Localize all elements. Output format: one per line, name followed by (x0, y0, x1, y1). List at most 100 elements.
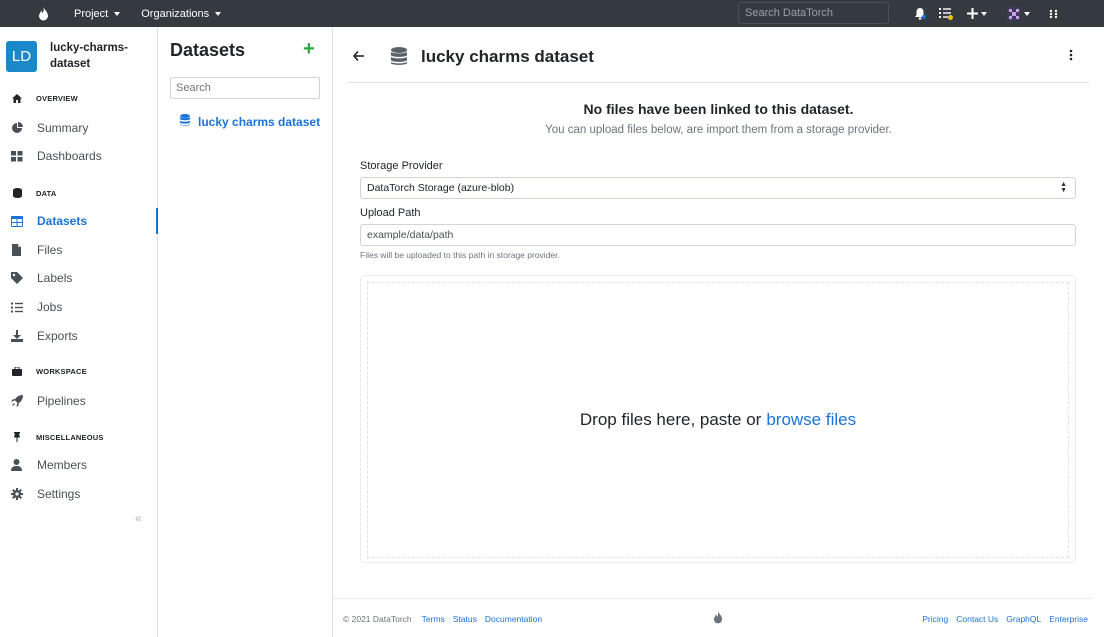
project-menu[interactable]: Project (74, 7, 121, 20)
pin-icon (11, 432, 23, 442)
footer-link-contact[interactable]: Contact Us (956, 614, 998, 624)
back-arrow-icon[interactable] (352, 49, 365, 64)
caret-down-icon (114, 11, 121, 16)
tasks-icon[interactable] (938, 5, 954, 22)
empty-state-title: No files have been linked to this datase… (583, 101, 854, 117)
sidebar-item-label: Summary (37, 121, 89, 135)
user-icon (10, 459, 23, 471)
header-divider (347, 82, 1089, 83)
footer-link-status[interactable]: Status (453, 614, 477, 624)
sidebar-item-members[interactable]: Members (0, 452, 158, 478)
sidebar-item-settings[interactable]: Settings (0, 481, 158, 507)
sidebar-item-datasets[interactable]: Datasets (0, 208, 158, 234)
apps-grid-icon[interactable] (1047, 5, 1059, 22)
dropzone-area[interactable]: Drop files here, paste or browse files (367, 282, 1069, 558)
organizations-menu[interactable]: Organizations (141, 7, 222, 20)
sidebar-item-jobs[interactable]: Jobs (0, 294, 158, 320)
download-icon (10, 330, 23, 342)
copyright: © 2021 DataTorch (343, 614, 412, 624)
datasets-panel: Datasets + lucky charms dataset (158, 27, 333, 637)
sidebar-item-exports[interactable]: Exports (0, 323, 158, 349)
dataset-list-item[interactable]: lucky charms dataset (180, 114, 320, 129)
database-icon (391, 47, 407, 69)
footer-link-enterprise[interactable]: Enterprise (1049, 614, 1088, 624)
select-arrows-icon: ▲ ▼ (1060, 181, 1067, 194)
create-new-menu[interactable] (966, 5, 988, 22)
footer-link-pricing[interactable]: Pricing (922, 614, 948, 624)
caret-down-icon (981, 11, 987, 16)
storage-provider-value: DataTorch Storage (azure-blob) (367, 182, 515, 194)
datatorch-flame-icon (713, 611, 723, 627)
organizations-menu-label: Organizations (141, 7, 210, 20)
footer-link-documentation[interactable]: Documentation (485, 614, 542, 624)
footer-divider (333, 598, 1092, 599)
section-miscellaneous: MISCELLANEOUS (11, 432, 104, 442)
home-icon (11, 94, 23, 103)
project-menu-label: Project (74, 7, 109, 20)
sidebar-item-label: Members (37, 458, 88, 472)
sidebar-item-label: Files (37, 243, 63, 257)
dataset-list-item-label: lucky charms dataset (198, 114, 321, 129)
database-icon (11, 188, 23, 198)
project-avatar[interactable]: LD (6, 41, 37, 72)
top-navbar: Project Organizations (0, 0, 1104, 27)
sidebar-item-files[interactable]: Files (0, 237, 158, 263)
caret-down-icon (1023, 11, 1030, 16)
project-sidebar: LD lucky-charms-dataset OVERVIEW Summary… (0, 27, 158, 637)
footer-link-terms[interactable]: Terms (422, 614, 445, 624)
global-search-input[interactable] (738, 2, 889, 24)
storage-provider-label: Storage Provider (360, 160, 443, 172)
tag-icon (10, 272, 23, 284)
upload-path-label: Upload Path (360, 207, 421, 219)
footer-right-links: Pricing Contact Us GraphQL Enterprise (914, 614, 1088, 624)
sidebar-item-label: Datasets (37, 214, 88, 228)
datasets-search-input[interactable] (170, 77, 320, 99)
list-check-icon (10, 302, 23, 313)
dropzone-text: Drop files here, paste or (579, 410, 762, 429)
sidebar-item-label: Dashboards (37, 149, 102, 163)
project-name[interactable]: lucky-charms-dataset (50, 40, 140, 72)
sidebar-item-dashboards[interactable]: Dashboards (0, 143, 158, 169)
table-icon (10, 215, 23, 227)
section-data: DATA (11, 188, 57, 198)
section-overview: OVERVIEW (11, 94, 78, 103)
add-dataset-button[interactable]: + (303, 38, 315, 61)
browse-files-link[interactable]: browse files (766, 410, 856, 430)
empty-state-subtitle: You can upload files below, are import t… (545, 124, 892, 136)
caret-down-icon (215, 11, 222, 16)
datasets-title: Datasets (170, 40, 246, 60)
sidebar-item-labels[interactable]: Labels (0, 265, 158, 291)
grid-icon (10, 150, 23, 162)
sidebar-item-label: Settings (37, 487, 81, 501)
sidebar-item-pipelines[interactable]: Pipelines (0, 388, 158, 414)
upload-path-help: Files will be uploaded to this path in s… (360, 250, 560, 260)
sidebar-item-label: Jobs (37, 300, 63, 314)
datatorch-logo-icon[interactable] (26, 0, 60, 27)
collapse-sidebar-icon[interactable]: « (135, 511, 142, 525)
page-title: lucky charms dataset (421, 47, 594, 66)
pie-chart-icon (10, 122, 23, 134)
plus-icon (967, 8, 978, 19)
dataset-detail: lucky charms dataset No files have been … (333, 27, 1104, 637)
gear-icon (10, 488, 23, 500)
file-icon (10, 244, 23, 256)
section-workspace: WORKSPACE (11, 367, 87, 376)
avatar (1006, 6, 1021, 21)
upload-path-input[interactable] (360, 224, 1076, 246)
more-options-icon[interactable] (1069, 49, 1073, 64)
footer-link-graphql[interactable]: GraphQL (1006, 614, 1041, 624)
database-icon (180, 114, 190, 129)
user-avatar-menu[interactable] (1005, 5, 1031, 22)
briefcase-icon (11, 367, 23, 376)
storage-provider-select[interactable]: DataTorch Storage (azure-blob) ▲ ▼ (360, 177, 1076, 199)
sidebar-item-label: Labels (37, 271, 73, 285)
section-overview-label: OVERVIEW (36, 94, 78, 103)
section-workspace-label: WORKSPACE (36, 367, 87, 376)
section-misc-label: MISCELLANEOUS (36, 432, 104, 442)
sidebar-item-label: Exports (37, 329, 78, 343)
section-data-label: DATA (36, 188, 57, 198)
notifications-bell-icon[interactable] (913, 5, 927, 22)
sidebar-item-summary[interactable]: Summary (0, 115, 158, 141)
file-dropzone[interactable]: Drop files here, paste or browse files (360, 275, 1076, 563)
sidebar-item-label: Pipelines (37, 394, 86, 408)
